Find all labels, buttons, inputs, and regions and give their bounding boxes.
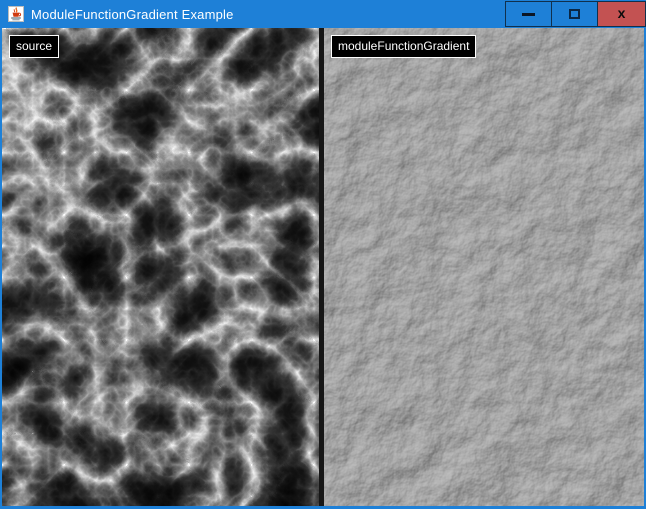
- maximize-button[interactable]: [551, 1, 597, 27]
- source-image-panel: source: [2, 28, 319, 506]
- source-label: source: [9, 35, 59, 58]
- titlebar[interactable]: ModuleFunctionGradient Example x: [0, 0, 646, 28]
- source-noise-image: [2, 28, 319, 506]
- minimize-dash-icon: [522, 13, 535, 16]
- gradient-label: moduleFunctionGradient: [331, 35, 476, 58]
- content-area: source: [0, 28, 646, 509]
- gradient-noise-image: [324, 28, 644, 506]
- java-coffee-cup-icon: [8, 6, 24, 22]
- window-title: ModuleFunctionGradient Example: [31, 7, 234, 22]
- close-button[interactable]: x: [597, 1, 646, 27]
- window-controls: x: [505, 1, 646, 27]
- minimize-button[interactable]: [505, 1, 551, 27]
- maximize-square-icon: [569, 9, 580, 19]
- close-x-icon: x: [618, 6, 626, 20]
- app-window: ModuleFunctionGradient Example x: [0, 0, 646, 509]
- gradient-image-panel: moduleFunctionGradient: [324, 28, 644, 506]
